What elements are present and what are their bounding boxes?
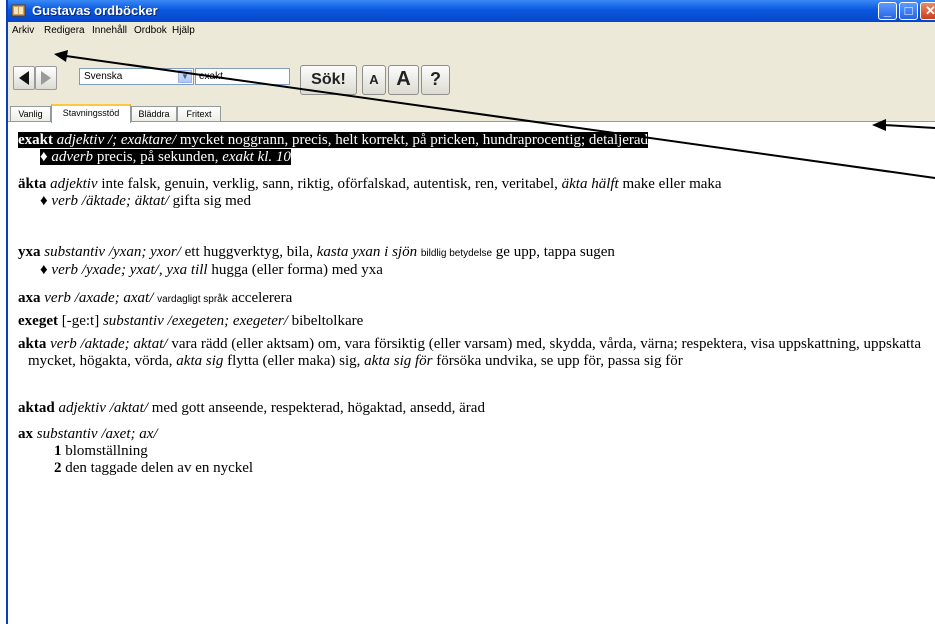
example: akta sig bbox=[176, 353, 224, 369]
maximize-button[interactable]: □ bbox=[899, 2, 918, 20]
entry-exakt-subline: ♦ adverb precis, på sekunden, exakt kl. … bbox=[40, 149, 291, 165]
arrow-left-icon bbox=[19, 71, 29, 85]
part-of-speech: adjektiv /aktat/ bbox=[58, 400, 148, 416]
app-window: Gustavas ordböcker _ □ ✕ Arkiv Redigera … bbox=[6, 0, 935, 624]
definition: mycket noggrann, precis, helt korrekt, p… bbox=[176, 132, 649, 148]
decrease-font-button[interactable]: A bbox=[362, 65, 386, 95]
part-of-speech: verb /äktade; äktat/ bbox=[51, 193, 169, 209]
chevron-down-icon[interactable]: ▼ bbox=[178, 70, 192, 83]
part-of-speech: adverb bbox=[51, 149, 94, 165]
entry-akta-verb[interactable]: akta verb /aktade; aktat/ vara rädd (ell… bbox=[18, 336, 923, 370]
menu-redigera[interactable]: Redigera bbox=[44, 25, 85, 36]
entry-axa[interactable]: axa verb /axade; axat/ vardagligt språk … bbox=[18, 290, 923, 308]
search-input[interactable] bbox=[195, 68, 290, 85]
part-of-speech: verb /aktade; aktat/ bbox=[50, 336, 168, 352]
definition: ge upp, tappa sugen bbox=[492, 244, 615, 260]
headword: äkta bbox=[18, 176, 47, 192]
forward-button[interactable] bbox=[35, 66, 57, 90]
headword: ax bbox=[18, 426, 33, 442]
sense-2: 2 den taggade delen av en nyckel bbox=[18, 460, 923, 477]
example: kasta yxan i sjön bbox=[316, 244, 418, 260]
book-app-icon bbox=[11, 4, 26, 17]
definition: precis, på sekunden, bbox=[93, 149, 223, 165]
usage-note: vardagligt språk bbox=[157, 294, 228, 305]
diamond-icon: ♦ bbox=[40, 193, 52, 209]
example: exakt kl. 10 bbox=[222, 149, 291, 165]
language-value: Svenska bbox=[84, 71, 123, 82]
headword: aktad bbox=[18, 400, 55, 416]
headword: akta bbox=[18, 336, 47, 352]
language-select[interactable]: Svenska ▼ bbox=[79, 68, 194, 85]
headword: exakt bbox=[18, 132, 53, 148]
part-of-speech: adjektiv bbox=[50, 176, 98, 192]
sense-number: 2 bbox=[54, 460, 62, 476]
definition: med gott anseende, respekterad, högaktad… bbox=[148, 400, 485, 416]
headword: yxa bbox=[18, 244, 41, 260]
entry-ax[interactable]: ax substantiv /axet; ax/ 1 blomställning… bbox=[18, 426, 923, 477]
definition: ett huggverktyg, bila, bbox=[180, 244, 317, 260]
maximize-icon: □ bbox=[904, 3, 913, 18]
diamond-icon: ♦ bbox=[40, 262, 52, 278]
tab-fritext[interactable]: Fritext bbox=[177, 106, 221, 122]
part-of-speech: adjektiv /; exaktare/ bbox=[56, 132, 177, 148]
window-title: Gustavas ordböcker bbox=[32, 3, 158, 18]
example: äkta hälft bbox=[561, 176, 619, 192]
tab-stavningsstod[interactable]: Stavningsstöd bbox=[51, 104, 131, 123]
entry-exeget[interactable]: exeget [-ge:t] substantiv /exegeten; exe… bbox=[18, 313, 923, 330]
definition: blomställning bbox=[61, 443, 148, 459]
entry-exakt-line: exakt adjektiv /; exaktare/ mycket noggr… bbox=[18, 132, 649, 148]
definition: den taggade delen av en nyckel bbox=[61, 460, 254, 476]
sense-number: 1 bbox=[54, 443, 62, 459]
part-of-speech: verb /yxade; yxat/, yxa till bbox=[51, 262, 208, 278]
definition: accelerera bbox=[227, 290, 293, 306]
close-button[interactable]: ✕ bbox=[920, 2, 935, 20]
headword: exeget bbox=[18, 313, 58, 329]
arrow-right-icon bbox=[41, 71, 51, 85]
dictionary-results: exakt adjektiv /; exaktare/ mycket noggr… bbox=[8, 121, 935, 624]
headword: axa bbox=[18, 290, 41, 306]
back-button[interactable] bbox=[13, 66, 35, 90]
definition: försöka undvika, se upp för, passa sig f… bbox=[432, 353, 683, 369]
minimize-button[interactable]: _ bbox=[878, 2, 897, 20]
entry-aktad[interactable]: aktad adjektiv /aktat/ med gott anseende… bbox=[18, 400, 923, 417]
increase-font-button[interactable]: A bbox=[388, 65, 419, 95]
definition: flytta (eller maka) sig, bbox=[223, 353, 365, 369]
part-of-speech: substantiv /yxan; yxor/ bbox=[44, 244, 181, 260]
entry-akta-adjektiv[interactable]: äkta adjektiv inte falsk, genuin, verkli… bbox=[18, 176, 923, 210]
menu-hjalp[interactable]: Hjälp bbox=[172, 25, 195, 36]
definition: gifta sig med bbox=[168, 193, 251, 209]
tab-strip: Vanlig Stavningsstöd Bläddra Fritext bbox=[8, 104, 935, 123]
pronunciation: [-ge:t] bbox=[57, 313, 103, 329]
example: akta sig för bbox=[364, 353, 433, 369]
usage-note: bildlig betydelse bbox=[420, 248, 493, 259]
definition: hugga (eller forma) med yxa bbox=[207, 262, 383, 278]
definition: make eller maka bbox=[618, 176, 722, 192]
part-of-speech: substantiv /exegeten; exegeter/ bbox=[102, 313, 288, 329]
tab-vanlig[interactable]: Vanlig bbox=[10, 106, 51, 122]
menu-bar: Arkiv Redigera Innehåll Ordbok Hjälp bbox=[8, 22, 935, 39]
entry-yxa[interactable]: yxa substantiv /yxan; yxor/ ett huggverk… bbox=[18, 244, 923, 279]
minimize-icon: _ bbox=[883, 3, 892, 18]
part-of-speech: verb /axade; axat/ bbox=[44, 290, 154, 306]
definition: inte falsk, genuin, verklig, sann, rikti… bbox=[97, 176, 562, 192]
title-bar[interactable]: Gustavas ordböcker _ □ ✕ bbox=[8, 0, 935, 22]
part-of-speech: substantiv /axet; ax/ bbox=[36, 426, 158, 442]
menu-arkiv[interactable]: Arkiv bbox=[12, 25, 34, 36]
menu-innehall[interactable]: Innehåll bbox=[92, 25, 127, 36]
definition: bibeltolkare bbox=[287, 313, 364, 329]
help-button[interactable]: ? bbox=[421, 65, 450, 95]
entry-exakt[interactable]: exakt adjektiv /; exaktare/ mycket noggr… bbox=[18, 132, 923, 166]
diamond-icon: ♦ bbox=[40, 149, 52, 165]
close-icon: ✕ bbox=[925, 3, 935, 18]
sense-1: 1 blomställning bbox=[18, 443, 923, 460]
search-button[interactable]: Sök! bbox=[300, 65, 357, 95]
menu-ordbok[interactable]: Ordbok bbox=[134, 25, 167, 36]
tab-bladdra[interactable]: Bläddra bbox=[131, 106, 177, 122]
